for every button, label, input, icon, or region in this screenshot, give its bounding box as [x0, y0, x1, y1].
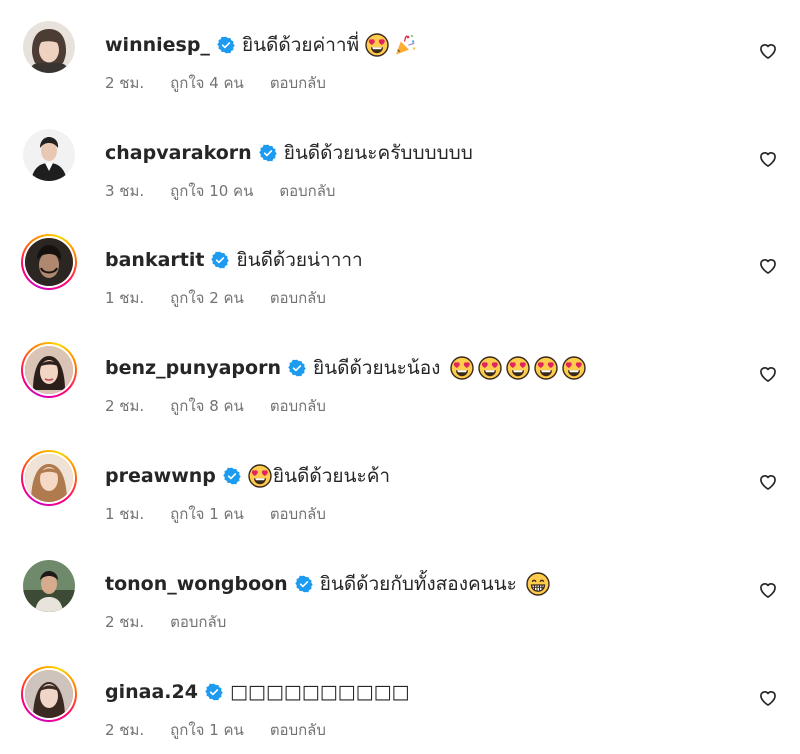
comment-username[interactable]: bankartit — [105, 249, 204, 271]
comment-text: ยินดีด้วยน่าาาา — [236, 249, 363, 271]
comment-text: ยินดีด้วยนะน้อง — [312, 357, 441, 379]
comment-meta: 2 ชม. ถูกใจ 4 คน ตอบกลับ — [105, 71, 352, 95]
heart-eyes-emoji — [562, 356, 586, 380]
reply-button[interactable]: ตอบกลับ — [279, 179, 335, 203]
emoji-group — [365, 33, 417, 57]
avatar-image — [23, 560, 75, 612]
avatar[interactable] — [21, 666, 77, 722]
avatar-image — [25, 346, 73, 394]
reply-button[interactable]: ตอบกลับ — [270, 286, 326, 310]
heart-eyes-emoji — [478, 356, 502, 380]
emoji-group — [248, 464, 272, 488]
avatar-image — [25, 670, 73, 718]
avatar[interactable] — [21, 127, 77, 183]
comment-text: □□□□□□□□□□ — [229, 681, 410, 703]
heart-eyes-emoji — [506, 356, 530, 380]
comment-item: winniesp_ ยินดีด้วยค่าาพี่ 2 ชม. ถูกใจ 4… — [0, 7, 800, 107]
comment-likes[interactable]: ถูกใจ 2 คน — [170, 286, 244, 310]
verified-badge-icon — [223, 467, 241, 485]
heart-eyes-emoji — [450, 356, 474, 380]
comment-time[interactable]: 1 ชม. — [105, 502, 144, 526]
comment-item: preawwnp ยินดีด้วยนะค้า 1 ชม. ถูกใจ 1 คน… — [0, 438, 800, 538]
comment-meta: 2 ชม. ถูกใจ 1 คน ตอบกลับ — [105, 718, 352, 742]
comment-time[interactable]: 1 ชม. — [105, 286, 144, 310]
verified-badge-icon — [259, 144, 277, 162]
heart-eyes-emoji — [365, 33, 389, 57]
comment-meta: 3 ชม. ถูกใจ 10 คน ตอบกลับ — [105, 179, 361, 203]
comment-likes[interactable]: ถูกใจ 1 คน — [170, 502, 244, 526]
comment-text: ยินดีด้วยค่าาพี่ — [241, 34, 360, 56]
comment-item: chapvarakorn ยินดีด้วยนะครับบบบบบ 3 ชม. … — [0, 115, 800, 215]
comment-body: winniesp_ ยินดีด้วยค่าาพี่ — [105, 29, 417, 61]
comment-time[interactable]: 2 ชม. — [105, 610, 144, 634]
comment-body: ginaa.24 □□□□□□□□□□ — [105, 676, 409, 708]
grinning-emoji — [526, 572, 550, 596]
comment-text: ยินดีด้วยนะครับบบบบบ — [283, 142, 473, 164]
comment-text: ยินดีด้วยกับทั้งสองคนนะ — [319, 573, 517, 595]
comment-meta: 2 ชม. ตอบกลับ — [105, 610, 252, 634]
comment-item: ginaa.24 □□□□□□□□□□ 2 ชม. ถูกใจ 1 คน ตอบ… — [0, 654, 800, 754]
comment-username[interactable]: winniesp_ — [105, 34, 210, 56]
verified-badge-icon — [288, 359, 306, 377]
avatar[interactable] — [21, 558, 77, 614]
comment-time[interactable]: 3 ชม. — [105, 179, 144, 203]
heart-icon[interactable] — [758, 472, 778, 492]
heart-icon[interactable] — [758, 41, 778, 61]
comment-time[interactable]: 2 ชม. — [105, 394, 144, 418]
avatar-image — [25, 238, 73, 286]
comment-username[interactable]: tonon_wongboon — [105, 573, 288, 595]
comment-item: bankartit ยินดีด้วยน่าาาา 1 ชม. ถูกใจ 2 … — [0, 222, 800, 322]
avatar[interactable] — [21, 19, 77, 75]
comment-likes[interactable]: ถูกใจ 10 คน — [170, 179, 253, 203]
comment-body: tonon_wongboon ยินดีด้วยกับทั้งสองคนนะ — [105, 568, 550, 600]
heart-icon[interactable] — [758, 149, 778, 169]
comment-time[interactable]: 2 ชม. — [105, 718, 144, 742]
comment-list: winniesp_ ยินดีด้วยค่าาพี่ 2 ชม. ถูกใจ 4… — [0, 0, 800, 750]
reply-button[interactable]: ตอบกลับ — [270, 718, 326, 742]
heart-eyes-emoji — [534, 356, 558, 380]
comment-body: benz_punyaporn ยินดีด้วยนะน้อง — [105, 352, 586, 384]
avatar-image — [25, 454, 73, 502]
comment-username[interactable]: benz_punyaporn — [105, 357, 281, 379]
comment-body: preawwnp ยินดีด้วยนะค้า — [105, 460, 390, 492]
emoji-group — [450, 356, 586, 380]
comment-meta: 2 ชม. ถูกใจ 8 คน ตอบกลับ — [105, 394, 352, 418]
comment-username[interactable]: chapvarakorn — [105, 142, 252, 164]
avatar-image — [23, 21, 75, 73]
verified-badge-icon — [211, 251, 229, 269]
verified-badge-icon — [295, 575, 313, 593]
comment-username[interactable]: ginaa.24 — [105, 681, 198, 703]
verified-badge-icon — [217, 36, 235, 54]
avatar-image — [23, 129, 75, 181]
comment-meta: 1 ชม. ถูกใจ 2 คน ตอบกลับ — [105, 286, 352, 310]
comment-time[interactable]: 2 ชม. — [105, 71, 144, 95]
comment-item: tonon_wongboon ยินดีด้วยกับทั้งสองคนนะ 2… — [0, 546, 800, 646]
heart-icon[interactable] — [758, 364, 778, 384]
heart-icon[interactable] — [758, 688, 778, 708]
avatar[interactable] — [21, 234, 77, 290]
comment-likes[interactable]: ถูกใจ 4 คน — [170, 71, 244, 95]
comment-likes[interactable]: ถูกใจ 1 คน — [170, 718, 244, 742]
heart-icon[interactable] — [758, 580, 778, 600]
reply-button[interactable]: ตอบกลับ — [270, 502, 326, 526]
party-popper-emoji — [393, 33, 417, 57]
avatar[interactable] — [21, 450, 77, 506]
heart-eyes-emoji — [248, 464, 272, 488]
emoji-group — [526, 572, 550, 596]
verified-badge-icon — [205, 683, 223, 701]
comment-body: bankartit ยินดีด้วยน่าาาา — [105, 244, 363, 276]
avatar[interactable] — [21, 342, 77, 398]
comment-text: ยินดีด้วยนะค้า — [272, 465, 391, 487]
reply-button[interactable]: ตอบกลับ — [270, 71, 326, 95]
reply-button[interactable]: ตอบกลับ — [170, 610, 226, 634]
reply-button[interactable]: ตอบกลับ — [270, 394, 326, 418]
comment-likes[interactable]: ถูกใจ 8 คน — [170, 394, 244, 418]
comment-item: benz_punyaporn ยินดีด้วยนะน้อง 2 ชม. ถูก… — [0, 330, 800, 430]
heart-icon[interactable] — [758, 256, 778, 276]
comment-username[interactable]: preawwnp — [105, 465, 216, 487]
comment-meta: 1 ชม. ถูกใจ 1 คน ตอบกลับ — [105, 502, 352, 526]
comment-body: chapvarakorn ยินดีด้วยนะครับบบบบบ — [105, 137, 473, 169]
